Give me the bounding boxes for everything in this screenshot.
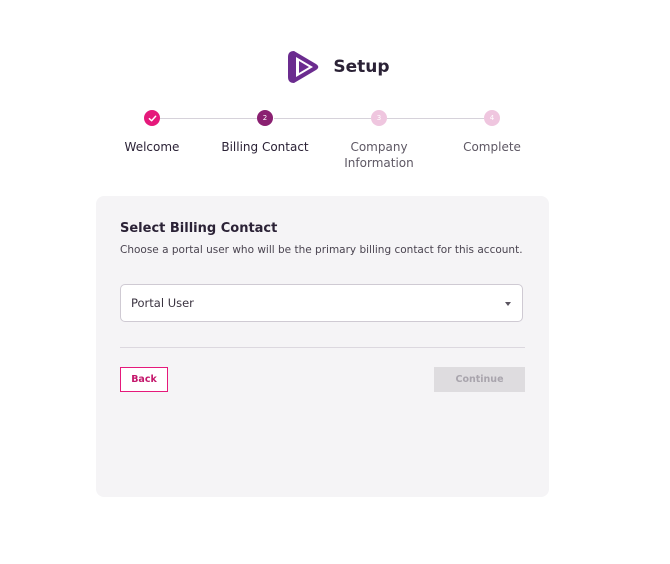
step-number: 2 [257, 110, 273, 126]
check-icon [144, 110, 160, 126]
step-company-information[interactable]: 3 Company Information [314, 110, 444, 171]
continue-button[interactable]: Continue [434, 367, 525, 392]
play-logo-icon [288, 51, 319, 83]
step-label: Complete [463, 140, 521, 154]
card-description: Choose a portal user who will be the pri… [120, 244, 523, 256]
caret-down-icon [505, 302, 511, 306]
portal-user-select[interactable]: Portal User [120, 284, 523, 322]
step-label: Welcome [124, 140, 180, 154]
step-billing-contact[interactable]: 2 Billing Contact [200, 110, 330, 155]
page-title: Setup [333, 57, 390, 77]
select-value: Portal User [131, 296, 194, 310]
step-number: 4 [484, 110, 500, 126]
step-label: Billing Contact [221, 140, 309, 154]
step-complete[interactable]: 4 Complete [427, 110, 557, 155]
card-title: Select Billing Contact [120, 221, 278, 236]
billing-contact-card: Select Billing Contact Choose a portal u… [96, 196, 549, 497]
step-label: Company Information [344, 140, 414, 170]
divider [120, 347, 525, 348]
step-number: 3 [371, 110, 387, 126]
step-welcome[interactable]: Welcome [87, 110, 217, 155]
back-button[interactable]: Back [120, 367, 168, 392]
setup-page: Setup Welcome 2 Billing Contact 3 Compan… [0, 0, 670, 564]
header: Setup [0, 48, 670, 86]
progress-stepper: Welcome 2 Billing Contact 3 Company Info… [0, 110, 670, 180]
